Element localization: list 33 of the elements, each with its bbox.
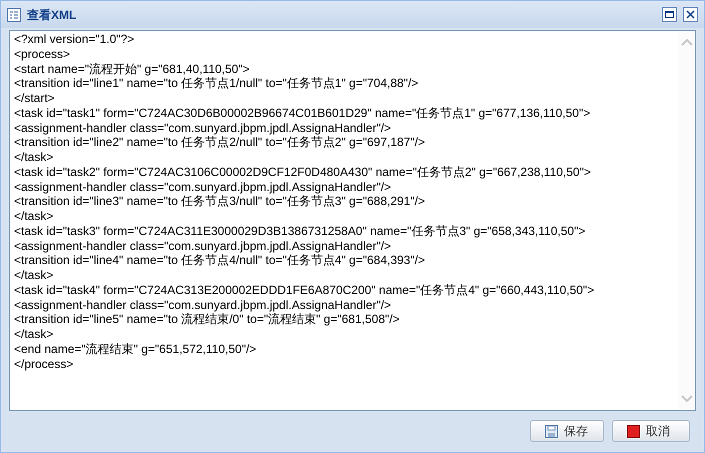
code-line: <transition id="line4" name="to 任务节点4/null" to="任务节点4" g="684,393"/>: [14, 253, 425, 268]
code-line: </task>: [14, 209, 54, 224]
close-button[interactable]: [683, 7, 698, 22]
maximize-icon: [665, 11, 674, 18]
maximize-button[interactable]: [662, 7, 677, 22]
code-line: <task id="task3" form="C724AC311E3000029D3B1386731258A0" name="任务节点3" g="658,343,110,50">: [14, 224, 586, 238]
save-button[interactable]: 保存: [530, 420, 604, 442]
code-line: <assignment-handler class="com.sunyard.jbpm.jpdl.AssignaHandler"/>: [14, 120, 392, 136]
stop-icon: [627, 424, 640, 438]
code-line: </process>: [14, 356, 74, 372]
code-line: <task id="task4" form="C724AC313E200002EDDD1FE6A870C200" name="任务节点4" g="660,443,110,50">: [14, 282, 594, 298]
code-line: </task>: [14, 268, 54, 283]
code-line: <transition id="line5" name="to 流程结束/0" to="流程结束" g="681,508"/>: [14, 312, 400, 327]
code-line: <assignment-handler class="com.sunyard.jbpm.jpdl.AssignaHandler"/>: [14, 180, 392, 194]
cancel-button[interactable]: 取消: [612, 420, 690, 442]
code-line: <?xml version="1.0"?>: [14, 32, 134, 47]
code-line: <transition id="line1" name="to 任务节点1/null" to="任务节点1" g="704,88"/>: [14, 76, 418, 91]
code-line: </task>: [14, 150, 54, 165]
window-title: 查看XML: [27, 6, 76, 24]
code-line: <assignment-handler class="com.sunyard.jbpm.jpdl.AssignaHandler"/>: [14, 238, 392, 254]
code-line: <task id="task1" form="C724AC30D6B00002B96674C01B601D29" name="任务节点1" g="677,136,110,50">: [14, 106, 590, 120]
code-line: <assignment-handler class="com.sunyard.jbpm.jpdl.AssignaHandler"/>: [14, 298, 392, 312]
code-line: <transition id="line2" name="to 任务节点2/null" to="任务节点2" g="697,187"/>: [14, 135, 425, 150]
code-line: <end name="流程结束" g="651,572,110,50"/>: [14, 342, 256, 356]
window-icon: [7, 8, 21, 22]
code-line: <task id="task2" form="C724AC3106C00002D9CF12F0D480A430" name="任务节点2" g="667,238,110,50">: [14, 164, 591, 180]
close-icon: [686, 10, 695, 19]
code-line: <start name="流程开始" g="681,40,110,50">: [14, 62, 250, 76]
code-line: </start>: [14, 91, 55, 106]
code-line: <transition id="line3" name="to 任务节点3/null" to="任务节点3" g="688,291"/>: [14, 194, 425, 209]
xml-editor[interactable]: [9, 30, 696, 411]
code-line: </task>: [14, 327, 54, 342]
code-line: <process>: [14, 46, 70, 62]
